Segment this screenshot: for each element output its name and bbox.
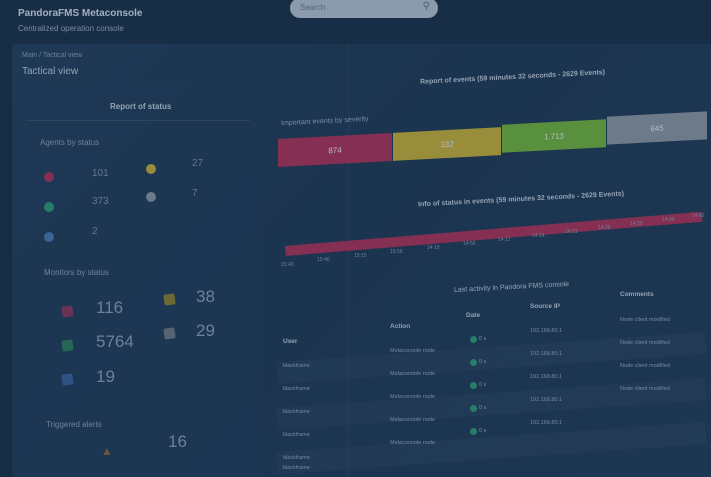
cell-action: Metaconsole node (390, 371, 435, 377)
unknown-monitor-icon (163, 327, 176, 340)
search-placeholder: Search (300, 3, 326, 12)
tick-label: 15:15 (354, 253, 367, 259)
dashboard-screen: PandoraFMS Metaconsole Centralized opera… (0, 0, 711, 477)
tick-label: 14:36 (662, 217, 675, 223)
severity-unknown-value: 645 (650, 123, 664, 133)
agents-ok-count: 373 (92, 196, 109, 207)
bell-icon: ▲ (101, 444, 113, 458)
severity-normal-value: 1.713 (543, 130, 565, 142)
monitors-notinit-count: 19 (96, 367, 115, 386)
tick-label: 14:18 (427, 245, 440, 251)
app-title: PandoraFMS Metaconsole (18, 8, 143, 19)
cell-user: blackframe (283, 409, 310, 415)
tick-label: 14:26 (598, 225, 611, 231)
col-header-action: Action (390, 323, 411, 330)
critical-monitor-icon (61, 305, 74, 318)
tick-label: 14:35 (630, 221, 643, 227)
search-icon[interactable]: ⚲ (423, 1, 430, 12)
app-subtitle: Centralized operation console (18, 24, 124, 33)
status-dot-icon (470, 428, 477, 435)
alerts-count: 16 (168, 432, 187, 451)
critical-agent-icon (44, 172, 54, 182)
severity-label: Important events by severity (280, 115, 369, 128)
cell-action: Metaconsole node (390, 440, 435, 446)
ok-agent-icon (44, 202, 54, 212)
agents-warning-count: 27 (192, 158, 204, 169)
col-header-user: User (283, 338, 298, 345)
status-dot-icon (470, 359, 477, 366)
agents-unknown-count: 7 (192, 188, 198, 199)
cell-ip: 192.168.80.1 (530, 420, 563, 426)
search-input[interactable]: Search ⚲ (290, 0, 438, 18)
cell-action: Metaconsole node (390, 417, 435, 423)
tick-label: 15:56 (390, 249, 403, 255)
severity-unknown-block[interactable]: 645 (607, 111, 707, 145)
cell-comment: Node client modified (620, 317, 670, 323)
monitors-unknown-count: 29 (196, 321, 215, 340)
cell-date: 0 s (479, 382, 487, 388)
tick-label: 14:42 (692, 213, 705, 219)
cell-action: Metaconsole node (390, 348, 435, 354)
cell-comment: Node client modified (620, 386, 670, 392)
page-title: Tactical view (22, 66, 79, 77)
severity-warning-value: 332 (440, 139, 454, 149)
cell-user: blackframe (283, 363, 310, 369)
tick-label: 15:46 (317, 257, 330, 263)
table-row[interactable] (276, 422, 706, 474)
cell-user: blackframe (283, 455, 310, 461)
cell-ip: 192.168.80.1 (530, 397, 563, 403)
warning-agent-icon (146, 164, 156, 174)
events-report-title: Report of events (59 minutes 32 seconds … (419, 69, 606, 86)
top-bar: PandoraFMS Metaconsole Centralized opera… (0, 0, 711, 44)
cell-date: 0 s (479, 359, 487, 365)
notinit-monitor-icon (61, 373, 74, 386)
cell-user: blackframe (283, 465, 310, 471)
cell-date: 0 s (479, 405, 487, 411)
notinit-agent-icon (44, 232, 54, 242)
triggered-alerts-title: Triggered alerts (46, 420, 102, 429)
status-report-title: Report of status (110, 102, 172, 111)
col-header-comments: Comments (620, 291, 654, 298)
col-header-source-ip: Source IP (530, 303, 560, 310)
events-info-title: Info of status in events (59 minutes 32 … (417, 190, 625, 209)
cell-date: 0 s (479, 336, 487, 342)
monitors-warning-count: 38 (196, 287, 215, 306)
severity-critical-value: 874 (328, 145, 342, 155)
col-header-date: Date (466, 312, 481, 319)
tick-label: 14:12 (498, 237, 511, 243)
tick-label: 15:43 (281, 262, 294, 268)
activity-title: Last activity in Pandora FMS console (453, 280, 570, 295)
cell-ip: 192.168.80.1 (530, 328, 563, 334)
cell-comment: Node client modified (620, 340, 670, 346)
ok-monitor-icon (61, 339, 74, 352)
tick-label: 14:14 (532, 233, 545, 239)
tick-label: 14:21 (565, 229, 578, 235)
status-dot-icon (470, 382, 477, 389)
monitors-by-status-title: Monitors by status (44, 268, 109, 277)
monitors-ok-count: 5764 (96, 332, 134, 351)
agents-critical-count: 101 (92, 168, 109, 179)
unknown-agent-icon (146, 192, 156, 202)
status-dot-icon (470, 405, 477, 412)
cell-ip: 192.168.80.1 (530, 374, 563, 380)
agents-notinit-count: 2 (92, 226, 98, 237)
breadcrumb[interactable]: Main / Tactical view (22, 52, 82, 59)
panel-divider (26, 120, 250, 121)
cell-ip: 192.168.80.1 (530, 351, 563, 357)
status-dot-icon (470, 336, 477, 343)
cell-user: blackframe (283, 432, 310, 438)
severity-critical-block[interactable]: 874 (278, 133, 392, 167)
side-nav[interactable] (0, 44, 12, 477)
cell-date: 0 s (479, 428, 487, 434)
agents-by-status-title: Agents by status (40, 138, 100, 147)
cell-comment: Node client modified (620, 363, 670, 369)
severity-normal-block[interactable]: 1.713 (502, 119, 606, 153)
cell-action: Metaconsole node (390, 394, 435, 400)
tick-label: 14:56 (463, 241, 476, 247)
monitors-critical-count: 116 (96, 298, 124, 317)
cell-user: blackframe (283, 386, 310, 392)
severity-warning-block[interactable]: 332 (393, 127, 501, 161)
warning-monitor-icon (163, 293, 176, 306)
